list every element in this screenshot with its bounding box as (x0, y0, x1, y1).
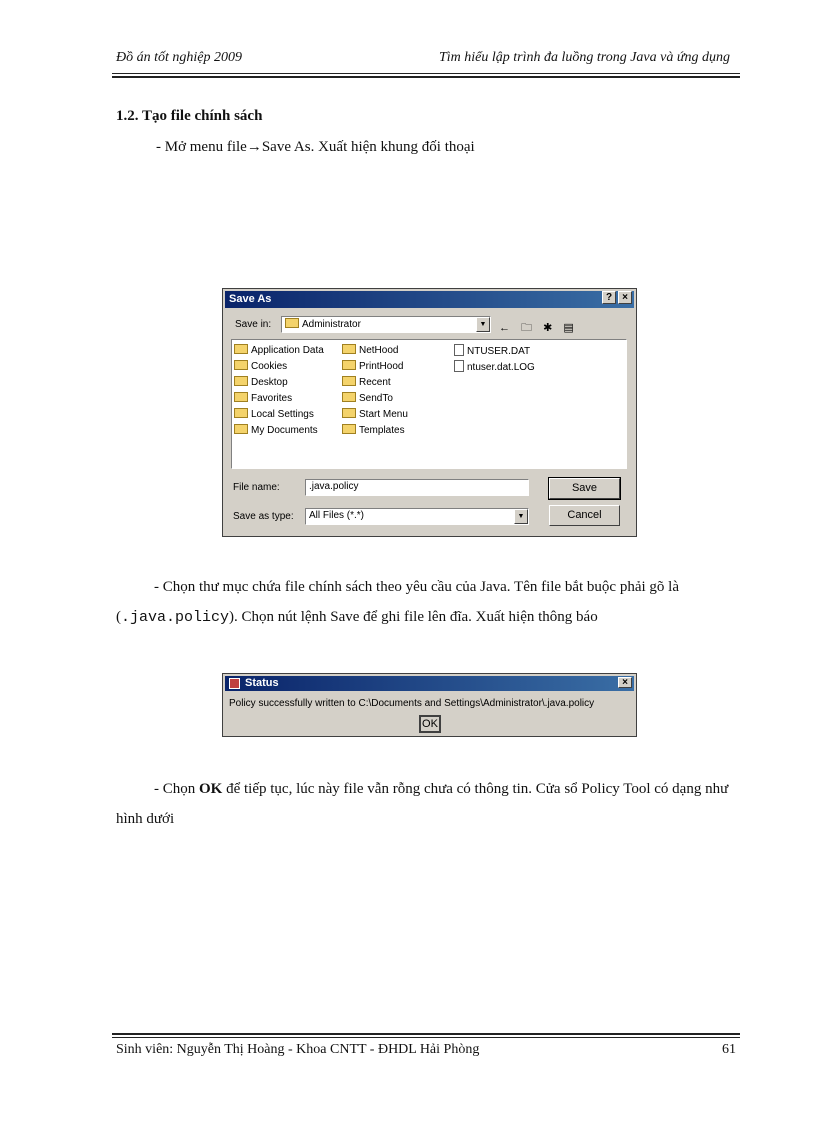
folder-icon (342, 392, 356, 402)
header-rule (112, 73, 740, 74)
folder-icon (285, 318, 299, 328)
folder-icon (234, 408, 248, 418)
list-item[interactable]: Recent (342, 376, 391, 390)
folder-icon (234, 424, 248, 434)
list-item[interactable]: ntuser.dat.LOG (454, 360, 535, 374)
paragraph-2: - Chọn thư mục chứa file chính sách theo… (116, 579, 679, 626)
list-item[interactable]: PrintHood (342, 360, 403, 374)
list-item[interactable]: My Documents (234, 424, 318, 438)
list-item[interactable]: Start Menu (342, 408, 408, 422)
file-name-label: File name: (233, 482, 280, 493)
list-item[interactable]: NetHood (342, 344, 398, 358)
page-number: 61 (722, 1042, 736, 1057)
folder-icon (342, 376, 356, 386)
footer-rule (112, 1037, 740, 1038)
status-title: Status (225, 676, 634, 691)
list-item[interactable]: Desktop (234, 376, 288, 390)
header-rule-thick (112, 76, 740, 78)
folder-icon (234, 360, 248, 370)
save-as-dialog: Save As ? × Save in: Administrator ▼ ← 🗀… (222, 288, 637, 537)
save-button[interactable]: Save (548, 477, 621, 500)
folder-icon (342, 408, 356, 418)
toolbar-icons[interactable]: ← 🗀 ✱ ▤ (499, 319, 578, 338)
list-item[interactable]: Favorites (234, 392, 292, 406)
list-item[interactable]: Local Settings (234, 408, 314, 422)
file-icon (454, 344, 464, 356)
save-in-label: Save in: (235, 319, 272, 330)
chevron-down-icon[interactable]: ▼ (514, 509, 528, 524)
file-list[interactable]: Application Data Cookies Desktop Favorit… (231, 339, 627, 469)
list-item[interactable]: Application Data (234, 344, 324, 358)
folder-icon (342, 344, 356, 354)
footer-left: Sinh viên: Nguyễn Thị Hoàng - Khoa CNTT … (116, 1042, 480, 1057)
file-name-input[interactable]: .java.policy (305, 479, 529, 496)
paragraph-3: - Chọn OK để tiếp tục, lúc này file vẫn … (116, 781, 729, 827)
cancel-button[interactable]: Cancel (549, 505, 620, 526)
dialog-title: Save As (225, 291, 634, 308)
status-message: Policy successfully written to C:\Docume… (229, 698, 595, 709)
section-title: 1.2. Tạo file chính sách (116, 108, 263, 124)
close-button[interactable]: × (618, 291, 632, 304)
chevron-down-icon[interactable]: ▼ (476, 317, 490, 332)
help-button[interactable]: ? (602, 291, 616, 304)
list-item[interactable]: SendTo (342, 392, 393, 406)
save-as-type-select[interactable]: All Files (*.*) ▼ (305, 508, 529, 525)
filename-code: .java.policy (121, 609, 230, 626)
paragraph-1: - Mở menu file→Save As. Xuất hiện khung … (156, 139, 475, 155)
page-header: Đồ án tốt nghiệp 2009 Tìm hiểu lập trình… (116, 50, 740, 70)
header-right: Tìm hiểu lập trình đa luồng trong Java v… (439, 50, 730, 65)
folder-icon (234, 392, 248, 402)
file-icon (454, 360, 464, 372)
java-icon (229, 678, 240, 689)
list-item[interactable]: NTUSER.DAT (454, 344, 530, 358)
save-as-type-label: Save as type: (233, 511, 294, 522)
folder-icon (342, 360, 356, 370)
footer-rule-thick (112, 1033, 740, 1035)
status-dialog: Status × Policy successfully written to … (222, 673, 637, 737)
list-item[interactable]: Cookies (234, 360, 287, 374)
folder-icon (234, 344, 248, 354)
list-item[interactable]: Templates (342, 424, 405, 438)
save-in-select[interactable]: Administrator ▼ (281, 316, 491, 333)
ok-button[interactable]: OK (419, 715, 441, 733)
header-left: Đồ án tốt nghiệp 2009 (116, 50, 242, 65)
close-button[interactable]: × (618, 677, 632, 688)
folder-icon (342, 424, 356, 434)
folder-icon (234, 376, 248, 386)
